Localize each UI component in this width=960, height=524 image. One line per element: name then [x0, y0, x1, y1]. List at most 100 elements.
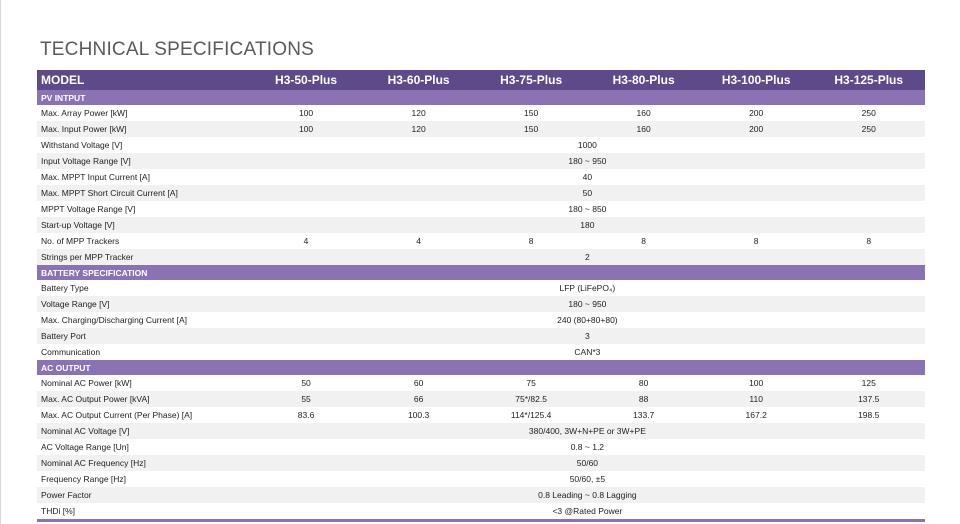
spec-label: Max. AC Output Power [kVA] — [37, 391, 250, 407]
section-title: AC OUTPUT — [37, 360, 925, 375]
spec-row: Withstand Voltage [V] 1000 — [37, 137, 925, 153]
spec-label: Input Voltage Range [V] — [37, 153, 250, 169]
spec-value: 100 — [298, 108, 314, 118]
model-name: H3-80-Plus — [587, 70, 700, 90]
spec-row: Nominal AC Voltage [V] 380/400, 3W+N+PE o… — [37, 423, 925, 439]
model-name: H3-100-Plus — [699, 70, 813, 90]
spec-row: Input Voltage Range [V] 180 ~ 950 — [37, 153, 925, 169]
spec-value-shared: 50/60, ±5 — [569, 474, 606, 484]
spec-value: 200 — [749, 108, 764, 118]
model-header-row: MODEL H3-50-Plus H3-60-Plus H3-75-Plus H… — [37, 70, 925, 90]
section-header: AC OUTPUT — [37, 360, 925, 375]
spec-row: Voltage Range [V] 180 ~ 950 — [37, 296, 925, 312]
spec-row: Max. MPPT Short Circuit Current [A] 50 — [37, 185, 925, 201]
spec-label: Max. Charging/Discharging Current [A] — [41, 315, 187, 325]
spec-row: Nominal AC Power [kW] 50 60 75 80 100 125 — [37, 375, 925, 391]
spec-label: Nominal AC Power [kW] — [41, 378, 132, 388]
spec-value: 137.5 — [812, 391, 925, 407]
spec-label: Max. MPPT Short Circuit Current [A] — [37, 185, 250, 201]
spec-row: Max. AC Output Current (Per Phase) [A] 83… — [37, 407, 925, 423]
spec-label: THDi [%] — [41, 506, 75, 516]
spec-label: Start-up Voltage [V] — [37, 217, 250, 233]
section-title: BATTERY SPECIFICATION — [37, 265, 925, 280]
spec-row: Max. Charging/Discharging Current [A] 240… — [37, 312, 925, 328]
spec-row: Frequency Range [Hz] 50/60, ±5 — [37, 471, 925, 487]
model-name: H3-125-Plus — [812, 70, 925, 90]
spec-value: 200 — [699, 121, 813, 137]
spec-value: 250 — [861, 108, 876, 118]
spec-value-shared: 180 ~ 950 — [249, 296, 925, 312]
spec-label: Communication — [41, 347, 101, 357]
spec-value: 60 — [413, 378, 424, 388]
spec-label: Voltage Range [V] — [37, 296, 250, 312]
spec-row: Nominal AC Frequency [Hz] 50/60 — [37, 455, 925, 471]
table-bottom-rule-cell — [37, 519, 925, 522]
spec-value-shared: 0.8 Leading ~ 0.8 Lagging — [249, 487, 925, 503]
spec-value-shared: 2 — [249, 249, 925, 265]
spec-label: Nominal AC Frequency [Hz] — [37, 455, 250, 471]
spec-value: 83.6 — [297, 410, 315, 420]
spec-value: 80 — [638, 378, 649, 388]
spec-value: 120 — [362, 121, 475, 137]
spec-table: MODEL H3-50-Plus H3-60-Plus H3-75-Plus H… — [37, 70, 925, 522]
spec-value-shared: 240 (80+80+80) — [557, 315, 618, 325]
spec-value: 55 — [249, 391, 363, 407]
spec-value: 114*/125.4 — [510, 410, 552, 420]
spec-value-shared: 3 — [249, 328, 925, 344]
spec-value-shared: CAN*3 — [574, 347, 601, 357]
spec-value: 160 — [636, 108, 651, 118]
spec-label: Max. MPPT Input Current [A] — [41, 172, 150, 182]
spec-value: 75*/82.5 — [474, 391, 588, 407]
model-name: H3-60-Plus — [362, 70, 475, 90]
spec-value-shared: 50/60 — [249, 455, 925, 471]
spec-value: 120 — [411, 108, 426, 118]
spec-value-shared: <3 @Rated Power — [552, 506, 623, 516]
spec-row: Max. Input Power [kW] 100 120 150 160 200 250 — [37, 121, 925, 137]
spec-row: Max. AC Output Power [kVA] 55 66 75*/82.5 88… — [37, 391, 925, 407]
spec-label: Withstand Voltage [V] — [41, 140, 123, 150]
spec-row: Start-up Voltage [V] 180 — [37, 217, 925, 233]
spec-label: Battery Type — [41, 283, 89, 293]
spec-label: Battery Port — [37, 328, 250, 344]
spec-value: 75 — [526, 378, 536, 388]
spec-value: 8 — [753, 236, 759, 246]
spec-label: AC Voltage Range [Un] — [41, 442, 129, 452]
spec-value: 100.3 — [407, 410, 430, 420]
spec-label: Strings per MPP Tracker — [37, 249, 250, 265]
spec-value: 50 — [301, 378, 311, 388]
spec-row: AC Voltage Range [Un] 0.8 ~ 1.2 — [37, 439, 925, 455]
model-header-label: MODEL — [37, 70, 250, 90]
spec-value: 150 — [474, 121, 588, 137]
spec-value: 4 — [416, 236, 421, 246]
spec-value-shared: LFP (LiFePO₄) — [559, 283, 616, 293]
spec-label: MPPT Voltage Range [V] — [41, 204, 136, 214]
spec-value: 8 — [866, 236, 872, 246]
spec-value-shared: 40 — [582, 172, 593, 182]
spec-row: Strings per MPP Tracker 2 — [37, 249, 925, 265]
spec-value: 167.2 — [745, 410, 767, 420]
section-header: PV INTPUT — [37, 90, 925, 105]
spec-label: Frequency Range [Hz] — [41, 474, 127, 484]
spec-value: 198.5 — [858, 410, 880, 420]
spec-row: MPPT Voltage Range [V] 180 ~ 850 — [37, 201, 925, 217]
spec-value: 133.7 — [633, 410, 655, 420]
spec-value-shared: 380/400, 3W+N+PE or 3W+PE — [249, 423, 925, 439]
spec-row: Max. Array Power [kW] 100 120 150 160 200 250 — [37, 105, 925, 121]
spec-value-shared: 180 ~ 950 — [249, 153, 925, 169]
spec-value: 100 — [249, 121, 363, 137]
spec-row: THDi [%] <3 @Rated Power — [37, 503, 925, 519]
spec-label: Max. Array Power [kW] — [41, 108, 128, 118]
spec-row: No. of MPP Trackers 4 4 8 8 8 8 — [37, 233, 925, 249]
spec-value-shared: 50 — [249, 185, 925, 201]
spec-row: Max. MPPT Input Current [A] 40 — [37, 169, 925, 185]
spec-value: 4 — [303, 236, 309, 246]
spec-value: 250 — [812, 121, 925, 137]
spec-value: 8 — [528, 236, 534, 246]
spec-row: Battery Port 3 — [37, 328, 925, 344]
spec-label: Power Factor — [37, 487, 250, 503]
spec-value-shared: 180 ~ 850 — [568, 204, 607, 214]
page-edge — [0, 0, 1, 524]
spec-value: 160 — [587, 121, 700, 137]
spec-label: Max. Input Power [kW] — [37, 121, 250, 137]
spec-label: Max. AC Output Current (Per Phase) [A] — [41, 410, 193, 420]
